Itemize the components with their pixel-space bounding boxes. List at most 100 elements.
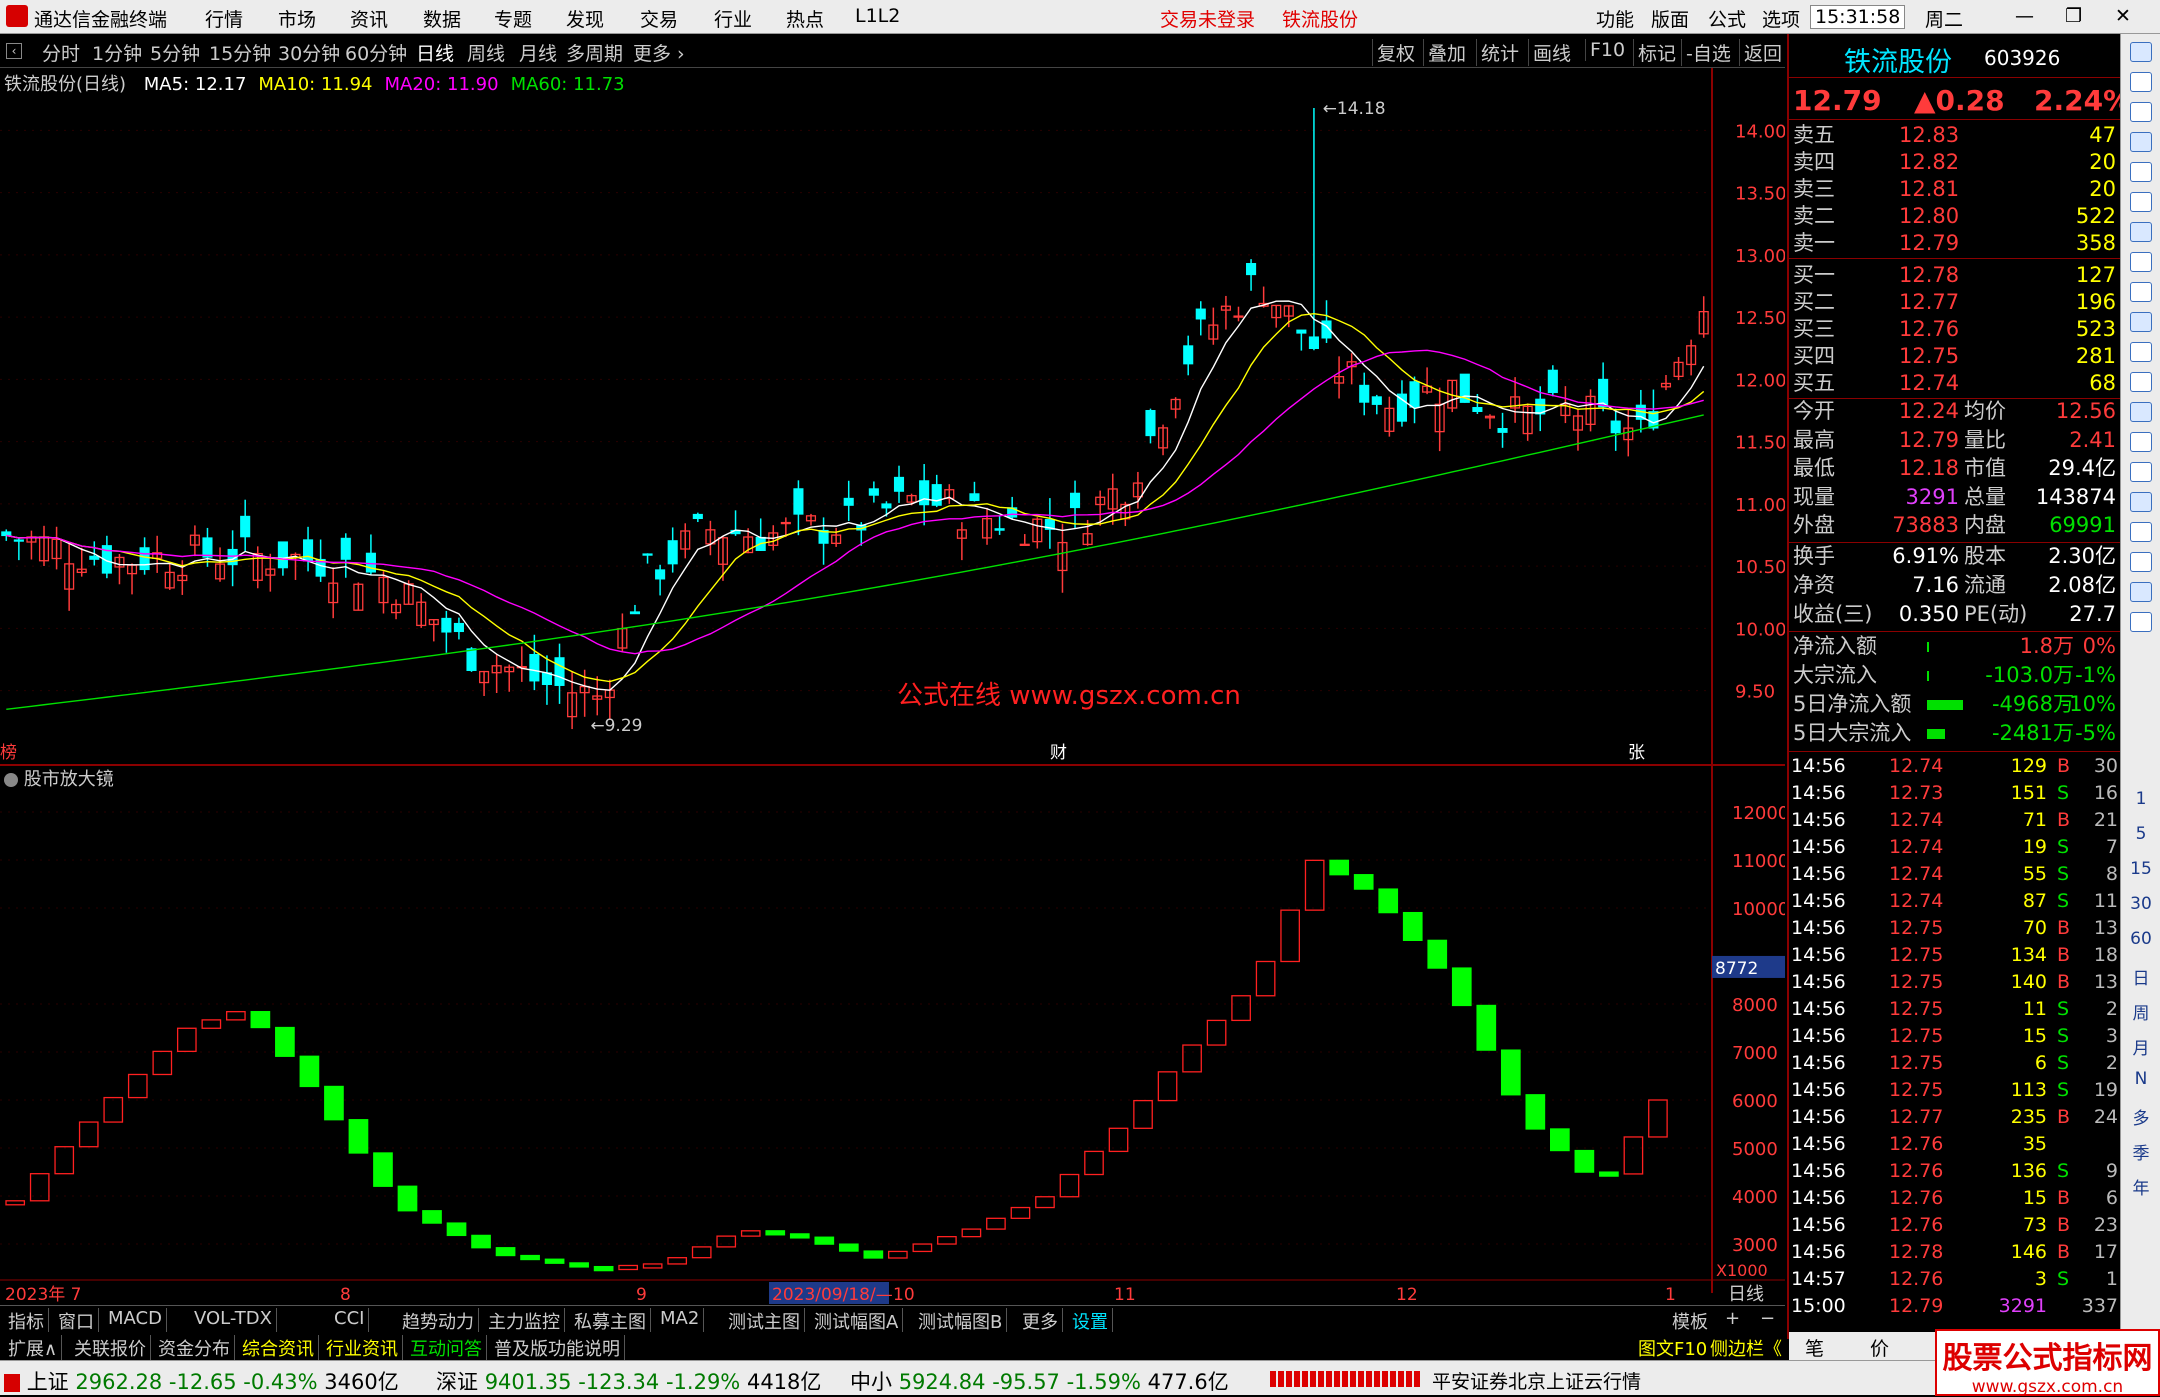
back-icon[interactable] [2130,42,2152,62]
period-3[interactable]: 15分钟 [209,39,271,66]
side-period-6[interactable]: 周 [2121,999,2160,1024]
side-period-0[interactable]: 1 [2121,789,2160,809]
indicator-tab-7[interactable]: 私募主图 [570,1308,651,1333]
pen-icon[interactable] [2130,552,2152,572]
rank-icon[interactable] [2130,492,2152,512]
grid-icon[interactable] [2130,132,2152,152]
chart-tool-3[interactable]: 画线 [1528,39,1571,66]
doc-icon[interactable] [2130,372,2152,392]
pie-icon[interactable] [2130,342,2152,362]
list-icon[interactable] [2130,222,2152,242]
period-8[interactable]: 月线 [519,39,557,66]
chart-tool-7[interactable]: 返回 [1739,39,1782,66]
chart-tool-1[interactable]: 叠加 [1423,39,1466,66]
close-button[interactable]: ✕ [2115,5,2131,27]
kline-icon[interactable] [2130,192,2152,212]
period-2[interactable]: 5分钟 [150,39,200,66]
indicator-tab-10[interactable]: 测试幅图A [810,1308,904,1333]
menu-item-4[interactable]: 专题 [494,5,532,32]
sub-collapse-icon[interactable] [4,773,18,787]
chart-tool-6[interactable]: -自选 [1681,39,1731,66]
chart-tool-2[interactable]: 统计 [1476,39,1519,66]
menu-right-2[interactable]: 公式 [1708,5,1746,32]
tab-right-1[interactable]: + [1725,1308,1740,1329]
ext-tab-6[interactable]: 普及版功能说明 [490,1335,625,1361]
indicator-tab-8[interactable]: MA2 [656,1308,705,1332]
chart-tool-5[interactable]: 标记 [1633,39,1676,66]
menu-item-3[interactable]: 数据 [423,5,461,32]
gear-icon[interactable] [2130,522,2152,542]
period-10[interactable]: 更多 › [633,39,685,66]
panel-tab-1[interactable]: 价 [1870,1334,1889,1361]
home-icon[interactable] [2130,72,2152,92]
calc-icon[interactable] [2130,612,2152,632]
side-period-7[interactable]: 月 [2121,1034,2160,1059]
side-period-1[interactable]: 5 [2121,824,2160,844]
side-period-8[interactable]: N [2121,1069,2160,1089]
menu-item-0[interactable]: 行情 [205,5,243,32]
chart-icon[interactable] [2130,102,2152,122]
restore-button[interactable]: ❐ [2065,5,2082,27]
period-9[interactable]: 多周期 [566,39,623,66]
period-4[interactable]: 30分钟 [278,39,340,66]
rsi-icon[interactable] [2130,462,2152,482]
indicator-tab-0[interactable]: 指标 [4,1308,49,1333]
fs-icon[interactable] [2130,582,2152,602]
ext-tab-4[interactable]: 行业资讯 [322,1335,403,1361]
forum-icon[interactable] [2130,402,2152,422]
chart-tool-4[interactable]: F10 [1585,39,1625,61]
collapse-icon[interactable]: ‹ [6,43,22,59]
side-period-4[interactable]: 60 [2121,929,2160,949]
period-5[interactable]: 60分钟 [345,39,407,66]
indicator-tab-3[interactable]: VOL-TDX [190,1308,277,1332]
index-sh[interactable]: 上证 2962.28 -12.65 -0.43% 3460亿 [4,1366,399,1396]
trend-icon[interactable] [2130,162,2152,182]
menu-right-3[interactable]: 选项 [1762,5,1800,32]
side-period-9[interactable]: 多 [2121,1104,2160,1129]
period-0[interactable]: 分时 [42,39,80,66]
menu-item-5[interactable]: 发现 [566,5,604,32]
ext-tab-2[interactable]: 资金分布 [154,1335,235,1361]
ext-tab-0[interactable]: 扩展∧ [4,1335,63,1361]
news-icon[interactable] [2130,312,2152,332]
side-period-11[interactable]: 年 [2121,1174,2160,1199]
side-period-5[interactable]: 日 [2121,964,2160,989]
indicator-tab-1[interactable]: 窗口 [54,1308,99,1333]
tab-right-2[interactable]: − [1760,1308,1775,1329]
menu-item-7[interactable]: 行业 [714,5,752,32]
tab-right-0[interactable]: 模板 [1672,1308,1708,1334]
ext-tab-5[interactable]: 互动问答 [406,1335,487,1361]
period-1[interactable]: 1分钟 [92,39,142,66]
chart-area[interactable]: 14.00 13.50 13.00 12.50 12.00 11.50 11.00 10.50… [0,68,1785,1305]
indicator-tab-4[interactable]: CCI [330,1308,370,1332]
menu-item-2[interactable]: 资讯 [350,5,388,32]
menu-item-8[interactable]: 热点 [786,5,824,32]
indicator-tab-13[interactable]: 设置 [1068,1308,1113,1333]
menu-right-0[interactable]: 功能 [1596,5,1634,32]
f10-tab[interactable]: 图文F10 [1638,1335,1707,1361]
index-zx[interactable]: 中小 5924.84 -95.57 -1.59% 477.6亿 [850,1366,1229,1396]
radar-icon[interactable] [2130,432,2152,452]
indicator-tab-9[interactable]: 测试主图 [724,1308,805,1333]
indicator-tab-11[interactable]: 测试幅图B [914,1308,1008,1333]
period-7[interactable]: 周线 [467,39,505,66]
menu-item-1[interactable]: 市场 [278,5,316,32]
minimize-button[interactable]: — [2015,5,2034,27]
kline-chart[interactable]: 14.00 13.50 13.00 12.50 12.00 11.50 11.00 10.50… [0,68,1785,1305]
period-6[interactable]: 日线 [416,39,454,66]
sidebar-toggle[interactable]: 侧边栏《 [1710,1335,1782,1361]
side-period-10[interactable]: 季 [2121,1139,2160,1164]
indicator-tab-12[interactable]: 更多 [1018,1308,1063,1333]
ext-tab-1[interactable]: 关联报价 [70,1335,151,1361]
menu-item-9[interactable]: L1L2 [855,5,900,27]
menu-right-1[interactable]: 版面 [1651,5,1689,32]
f10-icon[interactable] [2130,252,2152,272]
chart-tool-0[interactable]: 复权 [1372,39,1415,66]
ext-tab-3[interactable]: 综合资讯 [238,1335,319,1361]
indicator-tab-2[interactable]: MACD [104,1308,167,1332]
indicator-tab-6[interactable]: 主力监控 [484,1308,565,1333]
side-period-3[interactable]: 30 [2121,894,2160,914]
menu-item-6[interactable]: 交易 [640,5,678,32]
panel-tab-0[interactable]: 笔 [1805,1334,1824,1361]
side-period-2[interactable]: 15 [2121,859,2160,879]
